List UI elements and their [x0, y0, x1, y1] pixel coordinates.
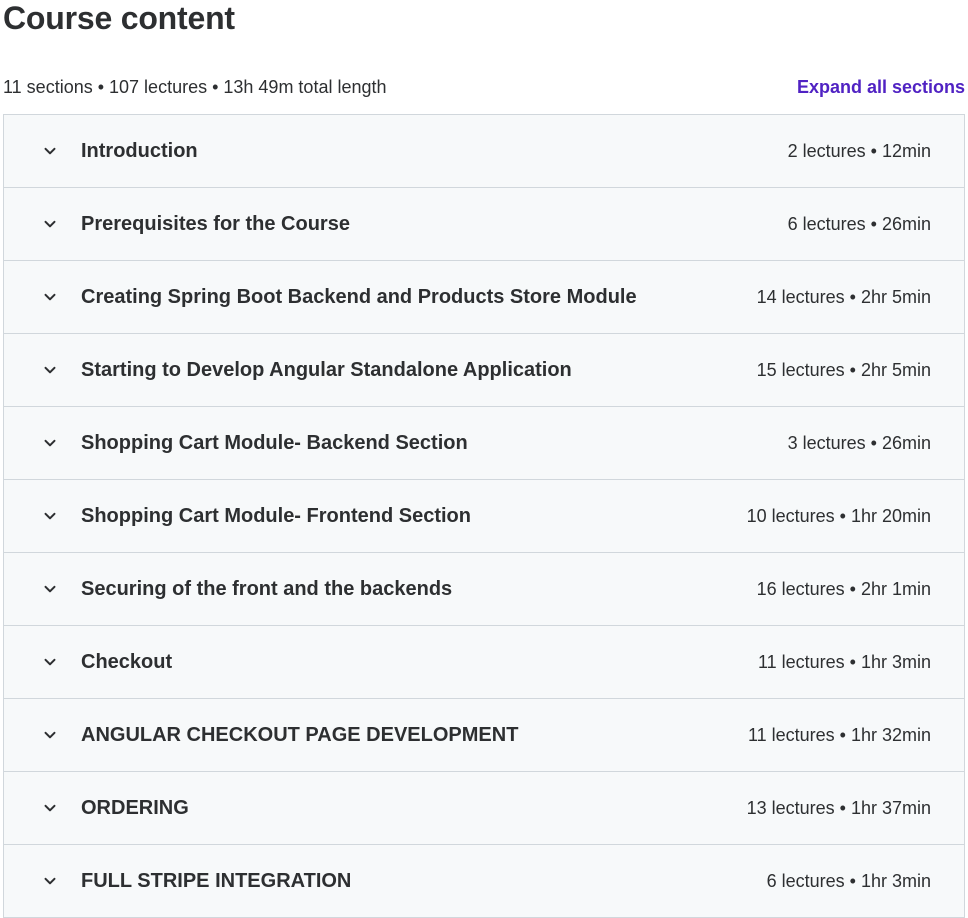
chevron-down-icon [42, 216, 58, 232]
section-meta: 14 lectures • 2hr 5min [756, 287, 931, 307]
chevron-down-icon [42, 581, 58, 597]
section-meta: 13 lectures • 1hr 37min [746, 798, 931, 818]
section-list: Introduction 2 lectures • 12min Prerequi… [3, 114, 965, 918]
expand-all-sections-button[interactable]: Expand all sections [797, 77, 965, 98]
chevron-down-icon [42, 435, 58, 451]
section-meta: 11 lectures • 1hr 32min [747, 725, 931, 745]
course-summary: 11 sections • 107 lectures • 13h 49m tot… [3, 76, 387, 97]
chevron-down-icon [42, 289, 58, 305]
chevron-down-icon [42, 143, 58, 159]
section-title: Prerequisites for the Course [81, 213, 350, 235]
section-meta: 16 lectures • 2hr 1min [756, 579, 931, 599]
chevron-down-icon [42, 727, 58, 743]
section-meta: 10 lectures • 1hr 20min [746, 506, 931, 526]
section-title: FULL STRIPE INTEGRATION [81, 870, 352, 892]
section-row-securing[interactable]: Securing of the front and the backends 1… [4, 553, 964, 626]
section-meta: 15 lectures • 2hr 5min [756, 360, 931, 380]
section-title: Securing of the front and the backends [81, 578, 453, 600]
section-meta: 2 lectures • 12min [787, 141, 931, 161]
section-title: ORDERING [81, 797, 189, 819]
section-row-angular-standalone[interactable]: Starting to Develop Angular Standalone A… [4, 334, 964, 407]
chevron-down-icon [42, 873, 58, 889]
page-title: Course content [3, 0, 235, 36]
section-title: Shopping Cart Module- Backend Section [81, 432, 468, 454]
chevron-down-icon [42, 362, 58, 378]
section-meta: 6 lectures • 1hr 3min [766, 871, 931, 891]
section-meta: 6 lectures • 26min [787, 214, 931, 234]
chevron-down-icon [42, 654, 58, 670]
section-title: Checkout [81, 651, 173, 673]
section-row-cart-backend[interactable]: Shopping Cart Module- Backend Section 3 … [4, 407, 964, 480]
course-summary-bar: 11 sections • 107 lectures • 13h 49m tot… [3, 74, 965, 100]
section-row-cart-frontend[interactable]: Shopping Cart Module- Frontend Section 1… [4, 480, 964, 553]
section-title: Shopping Cart Module- Frontend Section [81, 505, 471, 527]
section-row-spring-boot-backend[interactable]: Creating Spring Boot Backend and Product… [4, 261, 964, 334]
section-row-prerequisites[interactable]: Prerequisites for the Course 6 lectures … [4, 188, 964, 261]
section-title: Creating Spring Boot Backend and Product… [81, 286, 637, 308]
chevron-down-icon [42, 800, 58, 816]
section-meta: 11 lectures • 1hr 3min [757, 652, 931, 672]
section-meta: 3 lectures • 26min [787, 433, 931, 453]
section-row-stripe-integration[interactable]: FULL STRIPE INTEGRATION 6 lectures • 1hr… [4, 845, 964, 917]
section-row-checkout[interactable]: Checkout 11 lectures • 1hr 3min [4, 626, 964, 699]
section-row-ordering[interactable]: ORDERING 13 lectures • 1hr 37min [4, 772, 964, 845]
section-title: Introduction [81, 140, 198, 162]
section-row-angular-checkout-page[interactable]: ANGULAR CHECKOUT PAGE DEVELOPMENT 11 lec… [4, 699, 964, 772]
chevron-down-icon [42, 508, 58, 524]
section-title: ANGULAR CHECKOUT PAGE DEVELOPMENT [81, 724, 519, 746]
section-row-introduction[interactable]: Introduction 2 lectures • 12min [4, 115, 964, 188]
section-title: Starting to Develop Angular Standalone A… [81, 359, 572, 381]
